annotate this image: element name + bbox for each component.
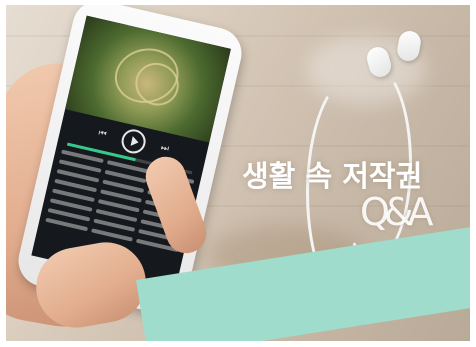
play-icon	[130, 135, 140, 148]
previous-track-icon[interactable]: ⏮	[97, 128, 107, 140]
music-player-screen: ⏮ ⏭	[31, 15, 231, 289]
caption-title: 생활 속 저작권	[242, 159, 423, 193]
caption-subtitle: Q&A	[360, 190, 434, 234]
next-track-icon[interactable]: ⏭	[160, 143, 170, 155]
photo-scene: ⏮ ⏭ 생활 속 저작권 Q&A	[6, 5, 470, 341]
play-button[interactable]	[119, 127, 148, 156]
